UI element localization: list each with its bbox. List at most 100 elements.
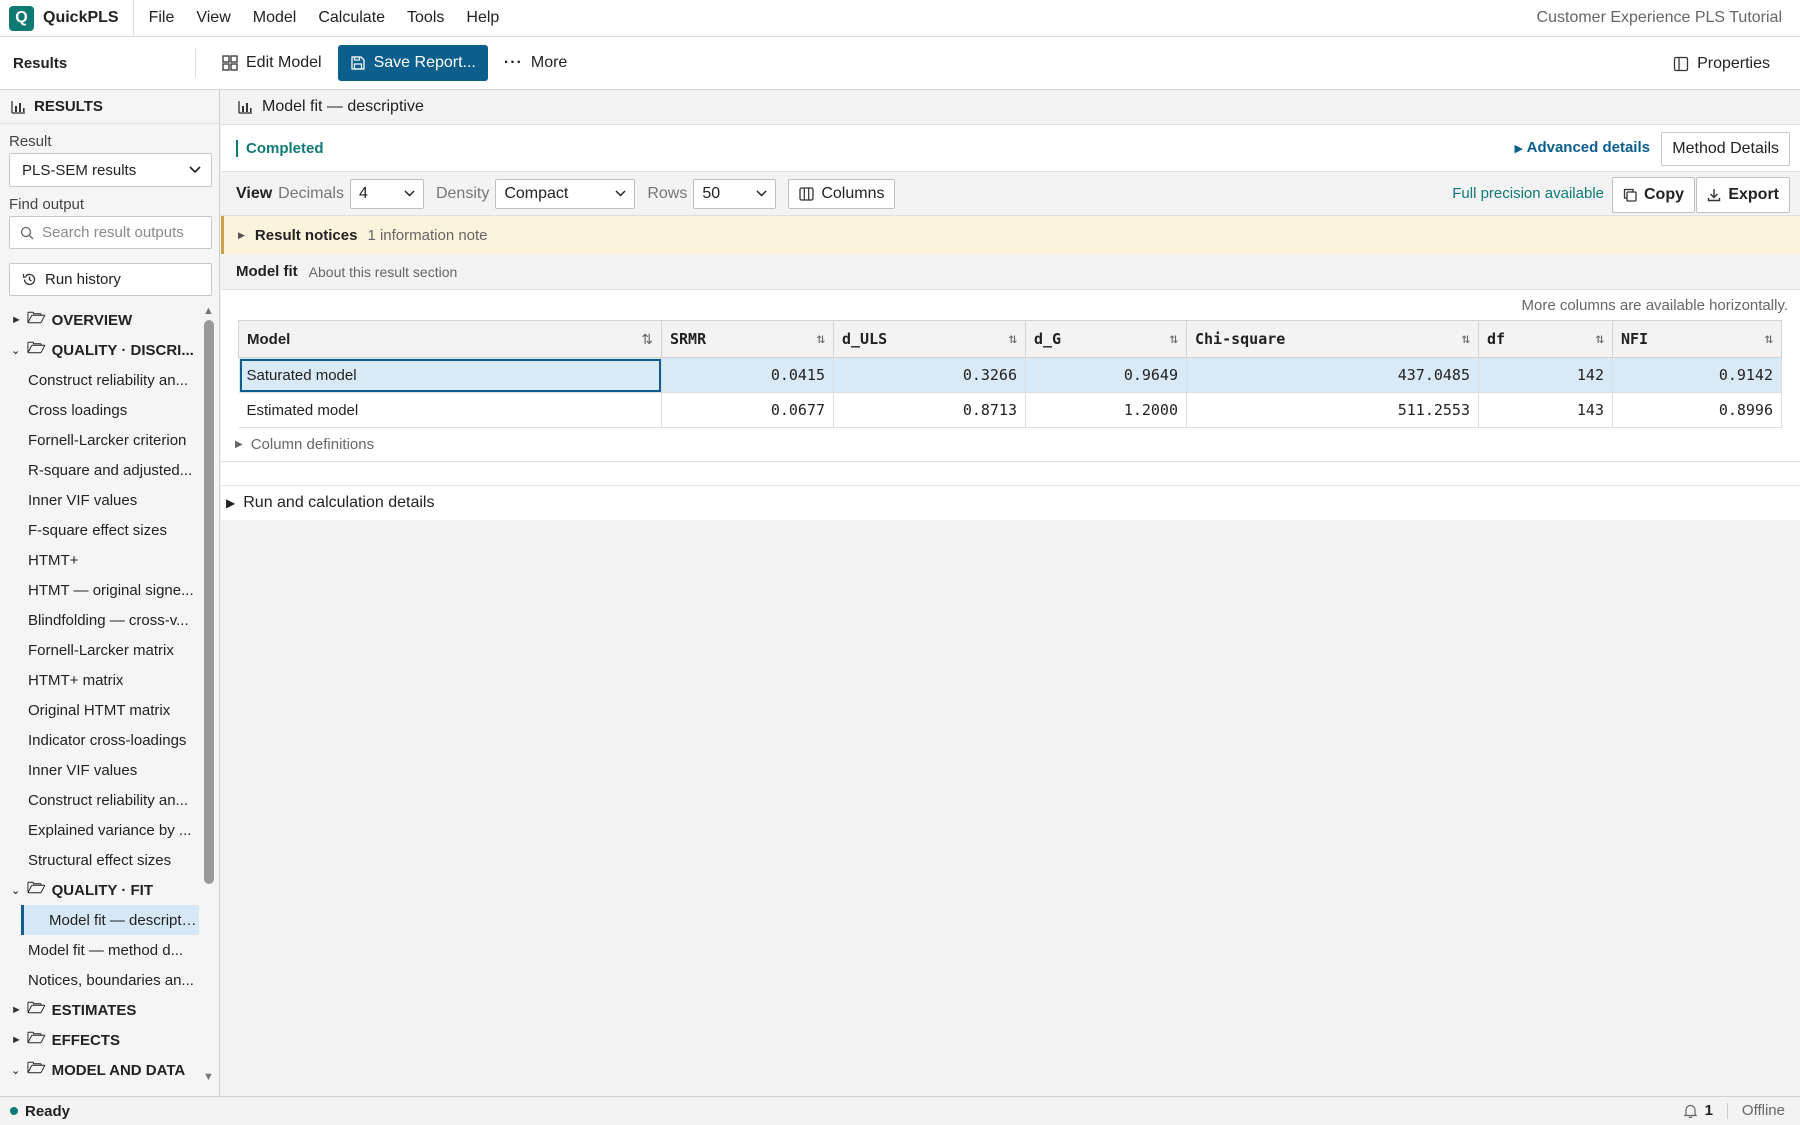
find-output-label: Find output (9, 196, 85, 213)
table-cell[interactable]: 0.8996 (1612, 392, 1782, 428)
column-header-d-g[interactable]: d_G ⇅ (1025, 320, 1187, 358)
search-input[interactable]: Search result outputs (9, 216, 212, 249)
bell-icon[interactable] (1683, 1104, 1697, 1118)
sort-icon[interactable]: ⇅ (1596, 331, 1604, 347)
sort-icon[interactable]: ⇅ (817, 331, 825, 347)
table-cell[interactable]: Saturated model (238, 357, 662, 393)
copy-button[interactable]: Copy (1612, 177, 1695, 213)
table-cell[interactable]: 0.0415 (661, 357, 834, 393)
run-history-label: Run history (45, 271, 121, 288)
column-header-model[interactable]: Model ⇅ (238, 320, 662, 358)
menu-view[interactable]: View (185, 9, 241, 27)
more-button[interactable]: ··· More (494, 45, 577, 81)
tree-item[interactable]: Construct reliability an... (0, 365, 200, 395)
rows-label: Rows (647, 184, 688, 202)
table-cell[interactable]: 0.0677 (661, 392, 834, 428)
tree-scrollbar[interactable]: ▲ ▼ (202, 305, 216, 1083)
tree-item[interactable]: Fornell-Larcker matrix (0, 635, 200, 665)
scroll-up-icon[interactable]: ▲ (203, 305, 214, 317)
tree-item[interactable]: Construct reliability an... (0, 785, 200, 815)
tree-item[interactable]: Inner VIF values (0, 485, 200, 515)
density-select[interactable]: Compact (495, 178, 636, 209)
tree-group-quality-discri[interactable]: ⌄ 🗁 QUALITY · DISCRI... (0, 335, 200, 365)
tree-item[interactable]: R-square and adjusted... (0, 455, 200, 485)
table-cell[interactable]: 1.2000 (1025, 392, 1187, 428)
export-button[interactable]: Export (1696, 177, 1790, 213)
sort-icon[interactable]: ⇅ (1462, 331, 1470, 347)
column-definitions-toggle[interactable]: ▶ Column definitions (221, 428, 1800, 462)
run-history-button[interactable]: Run history (9, 263, 212, 296)
tree-item[interactable]: Model fit — method d... (21, 935, 199, 965)
tree-item[interactable]: HTMT+ matrix (0, 665, 200, 695)
view-options-row: View Decimals 4 Density Compact Rows 50 … (221, 172, 1800, 216)
sort-icon[interactable]: ⇅ (641, 331, 653, 348)
tree-item[interactable]: Cross loadings (0, 395, 200, 425)
decimals-value: 4 (358, 184, 368, 202)
column-header-chi-square[interactable]: Chi-square ⇅ (1186, 320, 1479, 358)
tree-item-label: Notices, boundaries an... (28, 971, 194, 989)
menu-divider (132, 0, 134, 37)
tree-group-overview[interactable]: ► 🗁 OVERVIEW (0, 305, 200, 335)
tree-item-label: Blindfolding — cross-v... (28, 611, 189, 629)
tree-item-label: Construct reliability an... (28, 371, 189, 389)
chevron-right-icon: ► (11, 1034, 22, 1046)
tree-group-quality-fit[interactable]: ⌄ 🗁 QUALITY · FIT (0, 875, 200, 905)
tree-item[interactable]: Fornell-Larcker criterion (0, 425, 200, 455)
scrollbar-thumb[interactable] (204, 320, 214, 884)
advanced-details-toggle[interactable]: ▶ Advanced details (1515, 139, 1650, 156)
edit-model-button[interactable]: Edit Model (212, 45, 332, 81)
method-details-button[interactable]: Method Details (1661, 132, 1790, 166)
menu-tools[interactable]: Tools (396, 9, 455, 27)
tree-item[interactable]: Explained variance by ... (0, 815, 200, 845)
menu-help[interactable]: Help (455, 9, 510, 27)
tree-item[interactable]: F-square effect sizes (0, 515, 200, 545)
menu-file[interactable]: File (138, 9, 186, 27)
table-cell[interactable]: 437.0485 (1186, 357, 1479, 393)
table-cell[interactable]: 0.8713 (833, 392, 1026, 428)
column-header-df[interactable]: df ⇅ (1478, 320, 1613, 358)
column-header-d-uls[interactable]: d_ULS ⇅ (833, 320, 1026, 358)
tree-item[interactable]: Original HTMT matrix (0, 695, 200, 725)
decimals-select[interactable]: 4 (349, 178, 424, 209)
tree-group-estimates[interactable]: ► 🗁 ESTIMATES (0, 995, 200, 1025)
table-cell[interactable]: 0.3266 (833, 357, 1026, 393)
table-row[interactable]: Estimated model 0.0677 0.8713 1.2000 511… (238, 392, 1782, 428)
tree-item[interactable]: Blindfolding — cross-v... (0, 605, 200, 635)
result-select[interactable]: PLS-SEM results (9, 153, 212, 187)
result-notices-bar[interactable]: ▶ Result notices 1 information note (221, 216, 1800, 254)
sort-icon[interactable]: ⇅ (1009, 331, 1017, 347)
tree-item-label: Fornell-Larcker matrix (28, 641, 174, 659)
columns-button[interactable]: Columns (788, 178, 896, 209)
tree-item[interactable]: Inner VIF values (0, 755, 200, 785)
table-cell[interactable]: 142 (1478, 357, 1613, 393)
tree-item-model-fit-descriptive[interactable]: Model fit — descriptive (21, 905, 199, 935)
sort-icon[interactable]: ⇅ (1765, 331, 1773, 347)
chevron-down-icon: ⌄ (11, 344, 21, 357)
tree-group-model-and-data[interactable]: ⌄ 🗁 MODEL AND DATA (0, 1055, 200, 1085)
tree-item[interactable]: Notices, boundaries an... (21, 965, 199, 995)
properties-button[interactable]: Properties (1663, 46, 1780, 82)
tree-item[interactable]: HTMT+ (0, 545, 200, 575)
tree-item[interactable]: Indicator cross-loadings (0, 725, 200, 755)
rows-select[interactable]: 50 (693, 178, 777, 209)
app-name: QuickPLS (43, 9, 119, 26)
column-header-nfi[interactable]: NFI ⇅ (1612, 320, 1782, 358)
table-cell[interactable]: 511.2553 (1186, 392, 1479, 428)
tree-item[interactable]: Structural effect sizes (0, 845, 200, 875)
run-details-toggle[interactable]: ▶ Run and calculation details (221, 486, 1800, 520)
menu-calculate[interactable]: Calculate (307, 9, 396, 27)
table-cell[interactable]: Estimated model (238, 392, 662, 428)
table-cell[interactable]: 0.9649 (1025, 357, 1187, 393)
sort-icon[interactable]: ⇅ (1170, 331, 1178, 347)
save-report-button[interactable]: Save Report... (337, 45, 488, 81)
table-row[interactable]: Saturated model 0.0415 0.3266 0.9649 437… (238, 357, 1782, 393)
column-header-srmr[interactable]: SRMR ⇅ (661, 320, 834, 358)
menu-model[interactable]: Model (242, 9, 308, 27)
tree-item[interactable]: HTMT — original signe... (0, 575, 200, 605)
about-section-link[interactable]: About this result section (309, 264, 458, 280)
tree-group-effects[interactable]: ► 🗁 EFFECTS (0, 1025, 200, 1055)
table-cell[interactable]: 143 (1478, 392, 1613, 428)
scroll-down-icon[interactable]: ▼ (203, 1071, 214, 1083)
chevron-down-icon (756, 190, 767, 197)
table-cell[interactable]: 0.9142 (1612, 357, 1782, 393)
